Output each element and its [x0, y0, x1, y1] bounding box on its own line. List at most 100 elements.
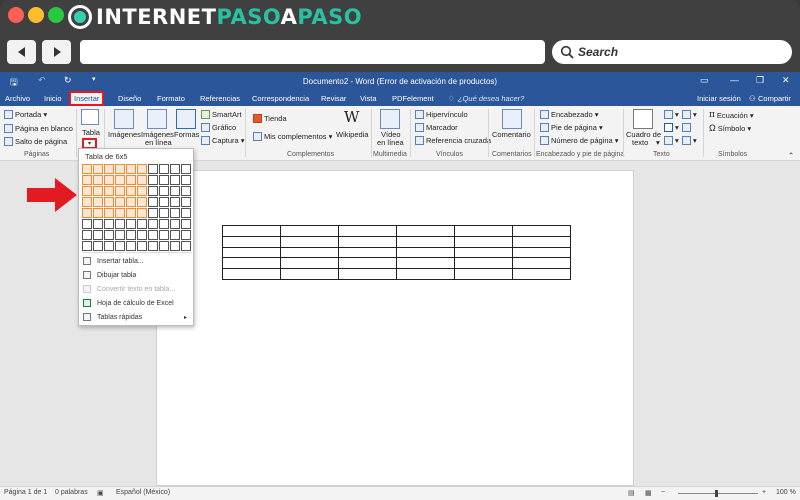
table-cell[interactable] [454, 246, 513, 259]
table-cell[interactable] [338, 225, 397, 237]
quick-parts-button[interactable]: ▾ [664, 110, 679, 119]
table-grid-cell[interactable] [114, 207, 126, 219]
table-grid-cell[interactable] [103, 196, 115, 208]
table-cell[interactable] [454, 235, 513, 248]
table-cell[interactable] [454, 225, 513, 237]
minimize-icon[interactable]: — [730, 75, 739, 85]
table-grid-cell[interactable] [125, 207, 137, 219]
menu-item-dibujar-tabla[interactable]: Dibujar tabla [83, 269, 191, 281]
date-time-button[interactable] [682, 123, 693, 132]
table-grid-cell[interactable] [158, 218, 170, 230]
collapse-ribbon-icon[interactable]: ⌃ [788, 151, 794, 160]
table-grid-cell[interactable] [125, 185, 137, 197]
table-grid-cell[interactable] [136, 164, 148, 175]
table-grid-cell[interactable] [180, 218, 192, 230]
table-grid-cell[interactable] [147, 207, 159, 219]
restore-icon[interactable]: ❐ [756, 75, 764, 86]
table-grid-cell[interactable] [136, 196, 148, 208]
table-cell[interactable] [512, 225, 571, 237]
table-cell[interactable] [222, 225, 281, 237]
table-grid-cell[interactable] [158, 240, 170, 252]
table-grid-cell[interactable] [169, 218, 181, 230]
tab-insertar[interactable]: Insertar [69, 91, 105, 106]
object-button[interactable]: ▾ [682, 136, 697, 145]
table-grid-cell[interactable] [158, 229, 170, 241]
close-window-button[interactable] [8, 7, 24, 23]
table-grid-cell[interactable] [82, 240, 93, 252]
tab-vista[interactable]: Vista [357, 93, 380, 106]
table-cell[interactable] [512, 268, 571, 280]
table-grid-cell[interactable] [92, 196, 104, 208]
referencia-cruzada-button[interactable]: Referencia cruzada [415, 136, 491, 145]
mis-complementos-button[interactable]: Mis complementos ▾ [253, 132, 332, 141]
table-grid-cell[interactable] [169, 174, 181, 186]
zoom-window-button[interactable] [48, 7, 64, 23]
imagenes-button[interactable]: Imágenes [108, 130, 141, 139]
table-cell[interactable] [396, 246, 455, 259]
table-grid-cell[interactable] [147, 174, 159, 186]
table-cell[interactable] [396, 225, 455, 237]
pagina-en-blanco-button[interactable]: Página en blanco [4, 124, 73, 133]
word-count[interactable]: 0 palabras [55, 489, 88, 496]
proofing-icon[interactable]: ▣ [97, 489, 104, 497]
sign-in-link[interactable]: Iniciar sesión [694, 93, 744, 106]
tab-pdfelement[interactable]: PDFelement [389, 93, 437, 106]
table-grid-cell[interactable] [114, 185, 126, 197]
ecuacion-button[interactable]: π Ecuación ▾ [709, 110, 754, 120]
tab-correspondencia[interactable]: Correspondencia [249, 93, 312, 106]
table-grid-cell[interactable] [147, 240, 159, 252]
tienda-button[interactable]: Tienda [253, 114, 287, 123]
table-grid-cell[interactable] [169, 207, 181, 219]
table-grid-cell[interactable] [136, 240, 148, 252]
table-grid-cell[interactable] [82, 207, 93, 219]
table-grid-cell[interactable] [180, 207, 192, 219]
encabezado-button[interactable]: Encabezado ▾ [540, 110, 599, 119]
table-grid-cell[interactable] [169, 240, 181, 252]
comentario-button[interactable]: Comentario [492, 130, 531, 139]
table-cell[interactable] [396, 268, 455, 280]
table-cell[interactable] [222, 257, 281, 270]
table-grid-cell[interactable] [82, 229, 93, 241]
table-grid-cell[interactable] [103, 229, 115, 241]
table-grid-cell[interactable] [82, 218, 93, 230]
table-grid-cell[interactable] [180, 185, 192, 197]
table-grid-cell[interactable] [103, 164, 115, 175]
table-cell[interactable] [396, 257, 455, 270]
back-button[interactable] [7, 40, 36, 64]
zoom-out-icon[interactable]: − [661, 489, 665, 496]
table-grid-cell[interactable] [158, 196, 170, 208]
page-count[interactable]: Página 1 de 1 [4, 489, 47, 496]
tab-diseno[interactable]: Diseño [115, 93, 144, 106]
smartart-button[interactable]: SmartArt [201, 110, 242, 119]
table-grid-cell[interactable] [169, 164, 181, 175]
table-cell[interactable] [338, 235, 397, 248]
table-grid-cell[interactable] [136, 185, 148, 197]
menu-item-tablas-rapidas[interactable]: Tablas rápidas ▸ [83, 311, 191, 323]
table-grid-cell[interactable] [92, 164, 104, 175]
table-grid-cell[interactable] [125, 240, 137, 252]
marcador-button[interactable]: Marcador [415, 123, 458, 132]
print-layout-icon[interactable]: ▦ [645, 489, 652, 497]
table-grid-cell[interactable] [180, 174, 192, 186]
table-grid-cell[interactable] [92, 218, 104, 230]
minimize-window-button[interactable] [28, 7, 44, 23]
table-grid-cell[interactable] [125, 218, 137, 230]
captura-button[interactable]: Captura ▾ [201, 136, 245, 145]
table-grid-cell[interactable] [180, 196, 192, 208]
table-grid-cell[interactable] [114, 240, 126, 252]
table-cell[interactable] [280, 268, 339, 280]
table-cell[interactable] [280, 225, 339, 237]
read-mode-icon[interactable]: ▤ [628, 489, 635, 497]
language-status[interactable]: Español (México) [116, 489, 170, 496]
table-grid-cell[interactable] [125, 229, 137, 241]
table-grid-cell[interactable] [125, 164, 137, 175]
cuadro-de-texto-label-2[interactable]: texto [632, 138, 648, 147]
table-grid-cell[interactable] [136, 229, 148, 241]
table-grid-cell[interactable] [92, 185, 104, 197]
table-grid-cell[interactable] [82, 196, 93, 208]
wikipedia-button[interactable]: Wikipedia [336, 130, 369, 139]
table-grid-cell[interactable] [136, 207, 148, 219]
table-grid-cell[interactable] [147, 196, 159, 208]
table-cell[interactable] [512, 246, 571, 259]
tab-formato[interactable]: Formato [154, 93, 188, 106]
